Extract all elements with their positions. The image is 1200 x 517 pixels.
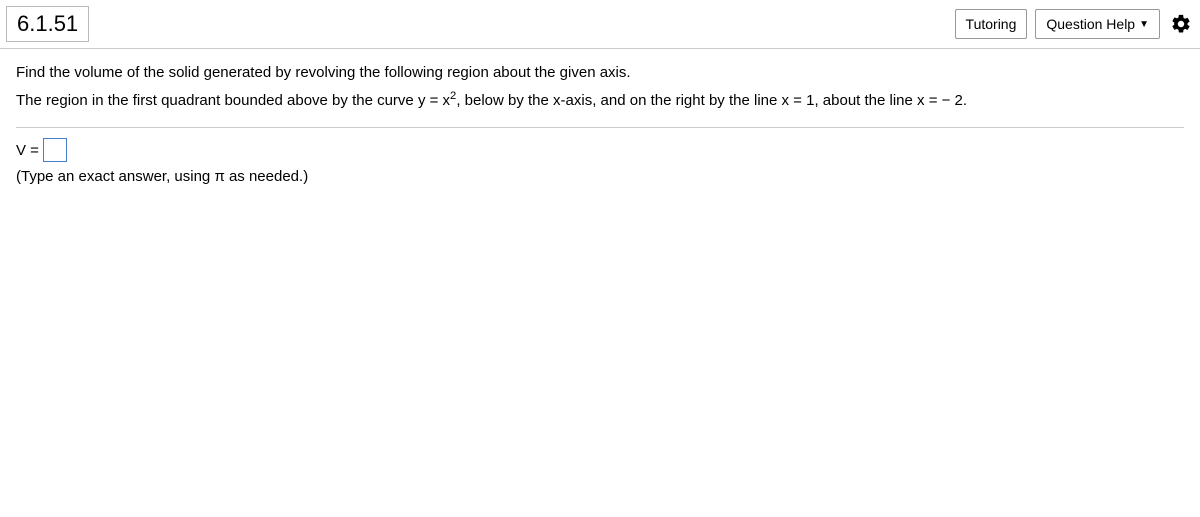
- separator: [16, 127, 1184, 128]
- question-help-label: Question Help: [1046, 16, 1135, 32]
- question-help-button[interactable]: Question Help ▼: [1035, 9, 1160, 39]
- problem-line-2: The region in the first quadrant bounded…: [16, 89, 1184, 113]
- answer-row: V =: [16, 138, 1184, 162]
- volume-input[interactable]: [43, 138, 67, 162]
- gear-icon[interactable]: [1168, 11, 1194, 37]
- content-area: Find the volume of the solid generated b…: [0, 49, 1200, 197]
- chevron-down-icon: ▼: [1139, 19, 1149, 30]
- problem-line-1: Find the volume of the solid generated b…: [16, 61, 1184, 85]
- header-bar: 6.1.51 Tutoring Question Help ▼: [0, 0, 1200, 49]
- question-number: 6.1.51: [6, 6, 89, 42]
- answer-label: V =: [16, 142, 39, 159]
- tutoring-button[interactable]: Tutoring: [955, 9, 1028, 39]
- tutoring-label: Tutoring: [966, 16, 1017, 32]
- problem-statement: Find the volume of the solid generated b…: [16, 61, 1184, 127]
- header-actions: Tutoring Question Help ▼: [955, 9, 1194, 39]
- answer-hint: (Type an exact answer, using π as needed…: [16, 168, 1184, 185]
